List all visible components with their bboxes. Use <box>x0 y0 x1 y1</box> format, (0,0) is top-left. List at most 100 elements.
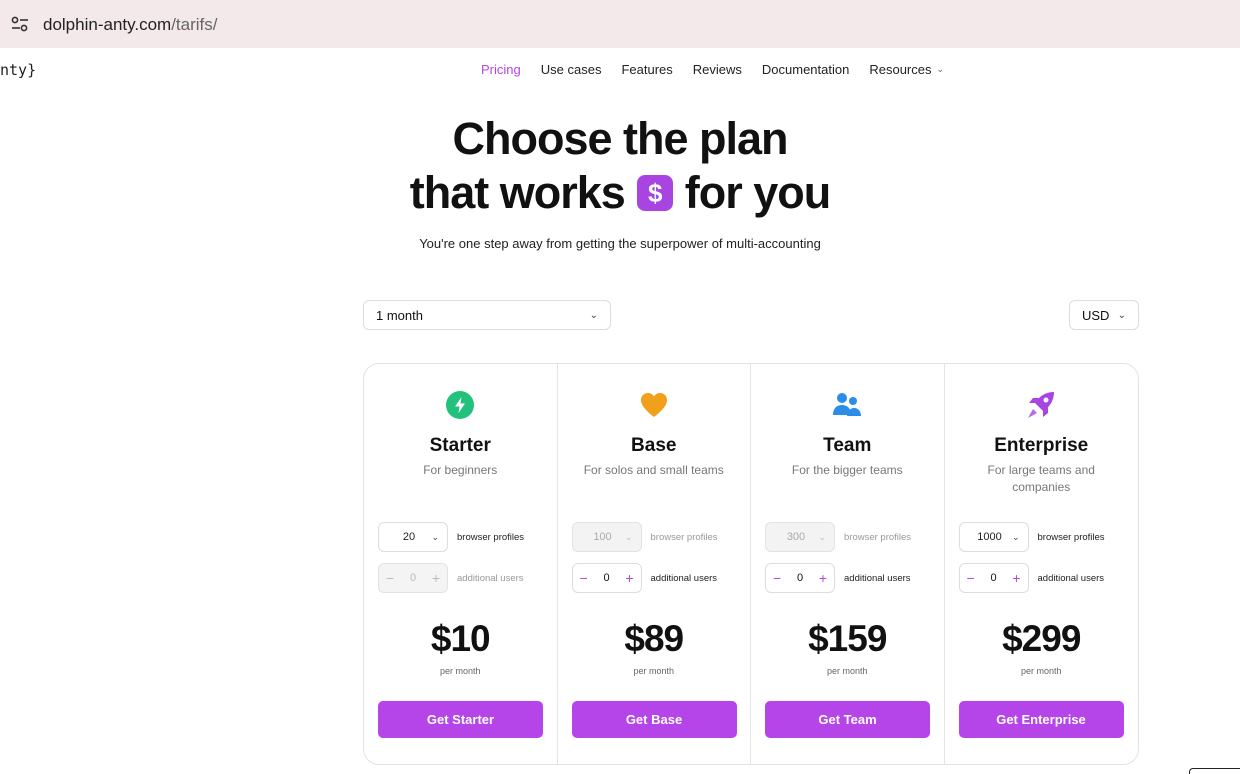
plan-card-team: Team For the bigger teams 300 ⌄ browser … <box>751 364 945 764</box>
page-title: Choose the plan that works $ for you <box>0 112 1240 220</box>
minus-icon[interactable]: − <box>773 570 781 586</box>
period-select[interactable]: 1 month ⌄ <box>363 300 611 330</box>
get-enterprise-button[interactable]: Get Enterprise <box>958 701 1124 738</box>
get-starter-button[interactable]: Get Starter <box>378 701 543 738</box>
url-text[interactable]: dolphin-anty.com/tarifs/ <box>43 15 218 35</box>
users-label: additional users <box>650 572 718 584</box>
plan-price: $159 <box>808 618 887 659</box>
period-value: 1 month <box>376 307 423 323</box>
site-settings-icon[interactable] <box>11 16 29 37</box>
users-label: additional users <box>1037 572 1105 584</box>
plan-name: Base <box>631 435 677 456</box>
nav-item-label: Pricing <box>481 62 521 77</box>
profiles-row: 100 ⌄ browser profiles <box>571 522 718 552</box>
minus-icon[interactable]: − <box>580 570 588 586</box>
minus-icon[interactable]: − <box>967 570 975 586</box>
users-icon <box>832 390 862 420</box>
get-base-button[interactable]: Get Base <box>571 701 737 738</box>
browser-top-strip <box>255 0 1240 48</box>
chevron-down-icon: ⌄ <box>1011 531 1020 542</box>
nav-item-reviews[interactable]: Reviews <box>693 62 742 77</box>
plan-price: $10 <box>430 618 491 659</box>
page-subtitle: You're one step away from getting the su… <box>419 236 821 251</box>
left-edge-text-fragment: nty} <box>0 61 37 79</box>
profiles-select[interactable]: 1000 ⌄ <box>958 522 1029 552</box>
get-team-button[interactable]: Get Team <box>765 701 930 738</box>
plan-name: Starter <box>429 435 491 456</box>
users-row: − 0 + additional users <box>571 563 718 593</box>
profiles-value: 300 <box>786 531 806 543</box>
lightning-icon <box>445 390 475 420</box>
plan-name: Enterprise <box>994 435 1089 456</box>
users-row: − 0 + additional users <box>958 563 1105 593</box>
plan-card-starter: Starter For beginners 20 ⌄ browser profi… <box>364 364 558 764</box>
plus-icon[interactable]: + <box>1012 570 1020 586</box>
price-period: per month <box>1020 666 1062 676</box>
heart-icon <box>639 390 669 420</box>
nav-item-label: Use cases <box>540 62 602 77</box>
nav-item-pricing[interactable]: Pricing <box>481 62 521 77</box>
users-stepper[interactable]: − 0 + <box>958 563 1029 593</box>
plus-icon: + <box>431 570 440 586</box>
nav-item-resources[interactable]: Resources ⌄ <box>869 62 944 77</box>
profiles-value: 20 <box>402 531 416 543</box>
users-stepper: − 0 + <box>378 563 448 593</box>
chevron-down-icon: ⌄ <box>936 64 945 74</box>
profiles-label: browser profiles <box>1037 531 1105 543</box>
chevron-down-icon: ⌄ <box>1117 309 1126 321</box>
nav-item-use-cases[interactable]: Use cases <box>541 62 602 77</box>
nav-item-features[interactable]: Features <box>621 62 672 77</box>
users-value: 0 <box>990 572 997 584</box>
price-period: per month <box>633 666 675 676</box>
title-line-2: that works $ for you <box>0 166 1240 220</box>
profiles-label: browser profiles <box>650 531 718 543</box>
users-value: 0 <box>796 572 804 584</box>
users-row: − 0 + additional users <box>378 563 524 593</box>
plus-icon[interactable]: + <box>625 570 633 586</box>
rocket-icon <box>1026 390 1056 420</box>
price-period: per month <box>826 666 868 676</box>
profiles-select[interactable]: 20 ⌄ <box>378 522 448 552</box>
title-line-2-start: that works <box>409 167 626 218</box>
profiles-select: 100 ⌄ <box>571 522 642 552</box>
currency-select[interactable]: USD ⌄ <box>1069 300 1139 330</box>
profiles-row: 300 ⌄ browser profiles <box>765 522 911 552</box>
minus-icon: − <box>386 570 395 586</box>
plan-description: For large teams and companies <box>987 463 1095 494</box>
nav-item-label: Reviews <box>692 62 742 77</box>
chevron-down-icon: ⌄ <box>624 531 633 542</box>
plan-name: Team <box>823 435 872 456</box>
profiles-row: 1000 ⌄ browser profiles <box>958 522 1105 552</box>
url-path: /tarifs/ <box>171 15 218 34</box>
nav-item-label: Features <box>621 62 673 77</box>
users-label: additional users <box>844 572 911 584</box>
currency-value: USD <box>1082 307 1110 323</box>
plan-price: $89 <box>624 618 684 659</box>
users-value: 0 <box>603 572 610 584</box>
plan-card-enterprise: Enterprise For large teams and companies… <box>945 364 1139 764</box>
users-value: 0 <box>409 572 417 584</box>
plus-icon[interactable]: + <box>819 570 827 586</box>
price-period: per month <box>439 666 481 676</box>
title-line-2-end: for you <box>684 167 831 218</box>
plan-price: $299 <box>1002 618 1081 659</box>
users-stepper[interactable]: − 0 + <box>571 563 642 593</box>
plan-description: For the bigger teams <box>791 463 903 477</box>
address-bar[interactable]: dolphin-anty.com/tarifs/ <box>0 0 255 48</box>
plan-description: For solos and small teams <box>583 463 724 477</box>
nav-item-label: Resources <box>869 62 932 77</box>
users-row: − 0 + additional users <box>765 563 911 593</box>
url-domain: dolphin-anty.com <box>43 15 172 34</box>
plan-card-base: Base For solos and small teams 100 ⌄ bro… <box>558 364 751 764</box>
profiles-value: 1000 <box>977 531 1002 543</box>
profiles-row: 20 ⌄ browser profiles <box>378 522 524 552</box>
users-stepper[interactable]: − 0 + <box>765 563 835 593</box>
nav-item-label: Documentation <box>761 62 850 77</box>
profiles-value: 100 <box>593 531 612 543</box>
plan-description: For beginners <box>423 463 498 477</box>
profiles-label: browser profiles <box>457 531 525 543</box>
title-line-1: Choose the plan <box>452 113 788 164</box>
profiles-select: 300 ⌄ <box>765 522 835 552</box>
nav-item-documentation[interactable]: Documentation <box>762 62 849 77</box>
chevron-down-icon: ⌄ <box>589 309 598 321</box>
